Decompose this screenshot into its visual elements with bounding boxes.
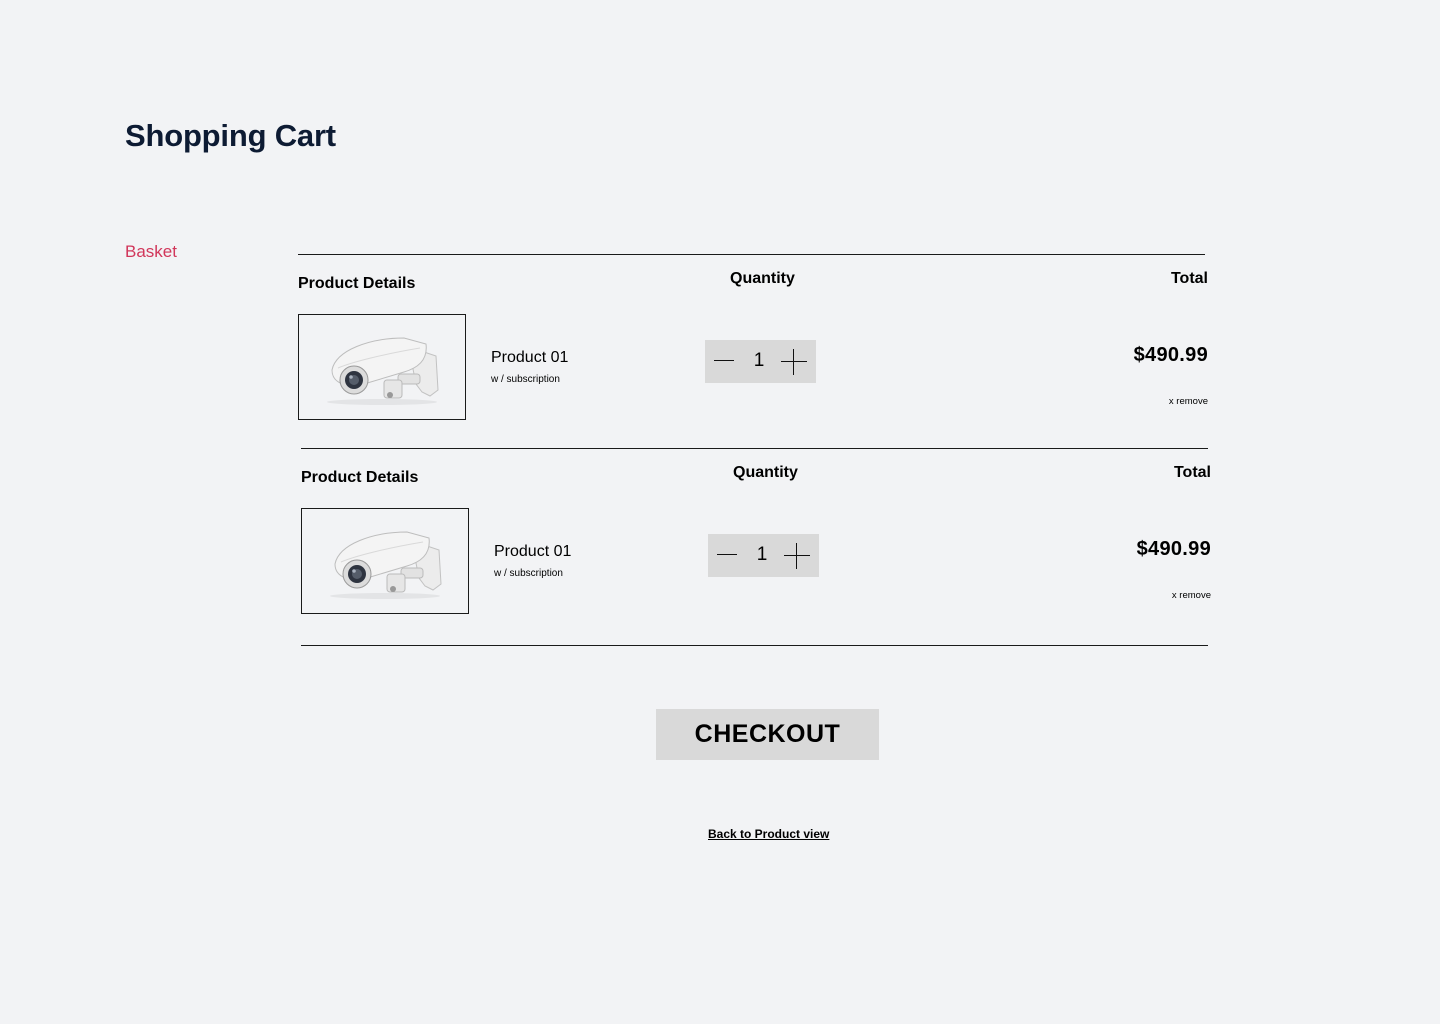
quantity-value[interactable]: 1 <box>748 350 770 372</box>
header-quantity: Quantity <box>730 270 795 287</box>
page-title: Shopping Cart <box>125 118 336 153</box>
back-to-product-link[interactable]: Back to Product view <box>708 827 829 841</box>
plus-icon[interactable] <box>781 349 807 375</box>
divider <box>301 645 1208 646</box>
cart-item: Product Details Quantity Total Product 0… <box>301 448 1211 614</box>
remove-link[interactable]: x remove <box>1172 590 1211 601</box>
sidebar-item-basket[interactable]: Basket <box>125 242 177 262</box>
quantity-value[interactable]: 1 <box>751 544 773 566</box>
header-total: Total <box>1173 464 1211 481</box>
checkout-button[interactable]: CHECKOUT <box>656 709 879 760</box>
minus-icon[interactable] <box>714 351 734 371</box>
product-name: Product 01 <box>494 543 572 560</box>
product-thumbnail[interactable] <box>301 508 469 614</box>
minus-icon[interactable] <box>717 545 737 565</box>
security-camera-icon <box>330 531 442 599</box>
product-subtitle: w / subscription <box>494 568 563 579</box>
quantity-stepper: 1 <box>708 534 819 577</box>
plus-icon[interactable] <box>784 543 810 569</box>
product-thumbnail[interactable] <box>298 314 466 420</box>
header-product-details: Product Details <box>298 275 416 292</box>
item-total-price: $490.99 <box>1133 344 1208 366</box>
header-total: Total <box>1170 270 1208 287</box>
security-camera-icon <box>327 337 439 405</box>
remove-link[interactable]: x remove <box>1169 396 1208 407</box>
quantity-stepper: 1 <box>705 340 816 383</box>
cart-item: Product Details Quantity Total Product 0… <box>298 254 1208 420</box>
product-name: Product 01 <box>491 349 569 366</box>
product-subtitle: w / subscription <box>491 374 560 385</box>
header-quantity: Quantity <box>733 464 798 481</box>
header-product-details: Product Details <box>301 469 419 486</box>
item-total-price: $490.99 <box>1136 538 1211 560</box>
